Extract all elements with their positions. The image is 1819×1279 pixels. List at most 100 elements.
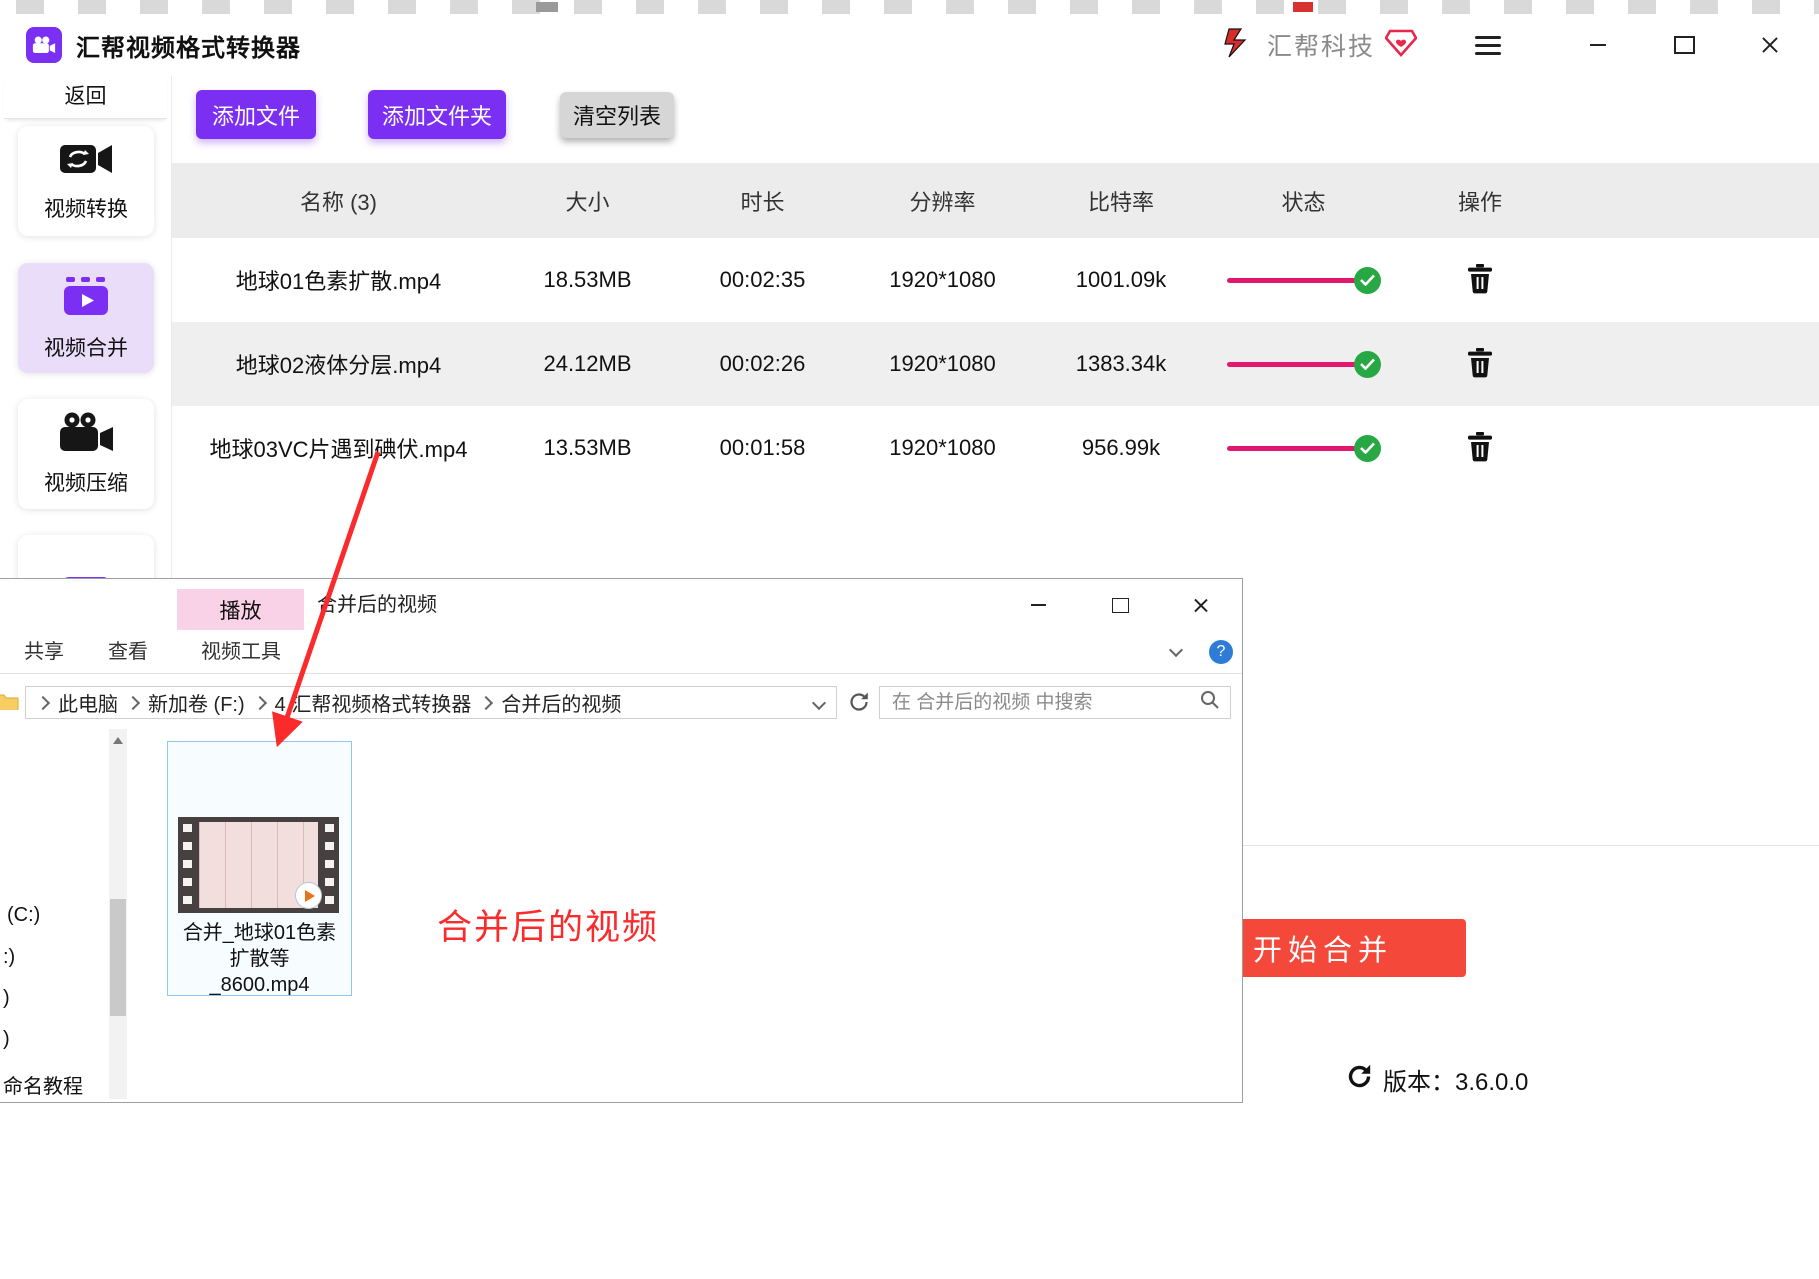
table-row[interactable]: 地球01色素扩散.mp4 18.53MB 00:02:35 1920*1080 …	[172, 238, 1819, 322]
file-name-label: 合并_地球01色素 扩散等 _8600.mp4	[168, 920, 351, 998]
delete-button[interactable]	[1463, 428, 1497, 469]
video-merge-icon	[60, 275, 112, 323]
search-input[interactable]	[890, 691, 1200, 715]
version-info: 版本：3.6.0.0	[1346, 1062, 1528, 1097]
vip-icon[interactable]	[1385, 29, 1417, 62]
scrollbar-thumb[interactable]	[110, 899, 126, 1016]
help-button[interactable]: ?	[1209, 640, 1233, 664]
delete-button[interactable]	[1463, 260, 1497, 301]
chevron-right-icon	[126, 695, 140, 709]
explorer-minimize-button[interactable]	[1009, 579, 1067, 631]
table-header: 名称 (3) 大小 时长 分辨率 比特率 状态 操作	[172, 163, 1819, 238]
clear-list-button[interactable]: 清空列表	[560, 92, 674, 138]
maximize-button[interactable]	[1661, 25, 1707, 65]
video-convert-icon	[59, 140, 113, 184]
search-box	[879, 686, 1231, 719]
column-header-bitrate: 比特率	[1030, 185, 1212, 217]
scrollbar[interactable]	[109, 729, 127, 1099]
app-titlebar: 汇帮视频格式转换器 汇帮科技	[0, 14, 1819, 76]
file-size: 24.12MB	[505, 351, 670, 377]
ribbon-tab-bar: 共享 查看 视频工具 ?	[0, 631, 1242, 674]
menu-button[interactable]	[1465, 25, 1511, 65]
column-header-status: 状态	[1212, 185, 1395, 217]
close-icon	[1760, 35, 1780, 55]
merged-video-file-item[interactable]: 合并_地球01色素 扩散等 _8600.mp4	[167, 741, 352, 996]
file-duration: 00:01:58	[670, 435, 855, 461]
tab-view[interactable]: 查看	[95, 631, 161, 673]
table-row[interactable]: 地球03VC片遇到碘伏.mp4 13.53MB 00:01:58 1920*10…	[172, 406, 1819, 490]
file-name: 地球01色素扩散.mp4	[172, 264, 505, 296]
ribbon-collapse-icon[interactable]	[1169, 643, 1183, 657]
tab-share[interactable]: 共享	[11, 631, 77, 673]
sidebar-item-video-convert[interactable]: 视频转换	[18, 126, 154, 236]
status-indicator	[1212, 435, 1395, 462]
search-icon[interactable]	[1200, 690, 1220, 715]
file-name: 地球02液体分层.mp4	[172, 348, 505, 380]
minimize-button[interactable]	[1575, 25, 1621, 65]
success-check-icon	[1354, 351, 1381, 378]
scroll-up-icon[interactable]	[113, 737, 123, 744]
address-dropdown-icon[interactable]	[812, 695, 826, 709]
progress-bar	[1227, 362, 1359, 367]
sidebar-item-label: 视频压缩	[44, 467, 128, 497]
nav-item-folder[interactable]: 命名教程	[3, 1070, 83, 1099]
file-resolution: 1920*1080	[855, 267, 1030, 293]
sidebar-item-video-merge[interactable]: 视频合并	[18, 263, 154, 373]
nav-item-drive[interactable]: )	[3, 987, 10, 1010]
maximize-icon	[1112, 598, 1129, 613]
screen: 汇帮视频格式转换器 汇帮科技 返回	[0, 0, 1819, 1279]
video-compress-icon	[58, 412, 114, 458]
progress-bar	[1227, 278, 1359, 283]
close-icon	[1192, 597, 1209, 614]
app-logo-icon	[26, 27, 62, 63]
version-label: 版本：3.6.0.0	[1383, 1062, 1528, 1097]
chevron-right-icon	[36, 695, 50, 709]
sidebar-item-label: 视频转换	[44, 193, 128, 223]
file-bitrate: 1383.34k	[1030, 351, 1212, 377]
update-refresh-icon	[1346, 1063, 1373, 1097]
back-button[interactable]: 返回	[4, 76, 167, 119]
trash-icon	[1467, 432, 1493, 462]
add-folder-button[interactable]: 添加文件夹	[368, 90, 506, 139]
file-resolution: 1920*1080	[855, 435, 1030, 461]
chevron-right-icon	[479, 695, 493, 709]
delete-button[interactable]	[1463, 344, 1497, 385]
add-file-button[interactable]: 添加文件	[196, 90, 316, 139]
brand-name: 汇帮科技	[1267, 27, 1375, 63]
cropped-background-icons	[0, 0, 1819, 14]
column-header-name: 名称 (3)	[172, 185, 505, 217]
sidebar-item-video-compress[interactable]: 视频压缩	[18, 399, 154, 509]
file-size: 18.53MB	[505, 267, 670, 293]
breadcrumb-item[interactable]: 新加卷 (F:)	[148, 688, 245, 717]
column-header-action: 操作	[1395, 185, 1565, 217]
column-header-size: 大小	[505, 185, 670, 217]
close-button[interactable]	[1747, 25, 1793, 65]
explorer-close-button[interactable]	[1171, 579, 1229, 631]
status-indicator	[1212, 351, 1395, 378]
explorer-maximize-button[interactable]	[1091, 579, 1149, 631]
background-icon-fragment	[536, 2, 558, 12]
breadcrumb: 此电脑 新加卷 (F:) 4 汇帮视频格式转换器 合并后的视频	[25, 686, 837, 719]
breadcrumb-item[interactable]: 合并后的视频	[501, 688, 621, 717]
trash-icon	[1467, 348, 1493, 378]
refresh-button[interactable]	[847, 690, 871, 719]
app-title: 汇帮视频格式转换器	[76, 28, 301, 63]
trash-icon	[1467, 264, 1493, 294]
sidebar-item-label: 视频合并	[44, 332, 128, 362]
maximize-icon	[1674, 36, 1695, 54]
success-check-icon	[1354, 267, 1381, 294]
folder-icon	[0, 692, 19, 715]
file-bitrate: 1001.09k	[1030, 267, 1212, 293]
table-row[interactable]: 地球02液体分层.mp4 24.12MB 00:02:26 1920*1080 …	[172, 322, 1819, 406]
minimize-icon	[1031, 604, 1046, 606]
annotation-text: 合并后的视频	[437, 899, 659, 950]
column-header-resolution: 分辨率	[855, 185, 1030, 217]
brand-logo-icon	[1221, 27, 1255, 64]
explorer-window: 播放 合并后的视频 共享 查看 视频工具 ? 此电脑 新加卷 (F:) 4 汇帮…	[0, 578, 1243, 1103]
column-header-duration: 时长	[670, 185, 855, 217]
nav-item-drive[interactable]: (C:)	[7, 904, 40, 927]
address-bar: 此电脑 新加卷 (F:) 4 汇帮视频格式转换器 合并后的视频	[0, 683, 1242, 723]
nav-item-drive[interactable]: )	[3, 1028, 10, 1051]
breadcrumb-item[interactable]: 此电脑	[58, 688, 118, 717]
nav-item-drive[interactable]: :)	[3, 946, 15, 969]
